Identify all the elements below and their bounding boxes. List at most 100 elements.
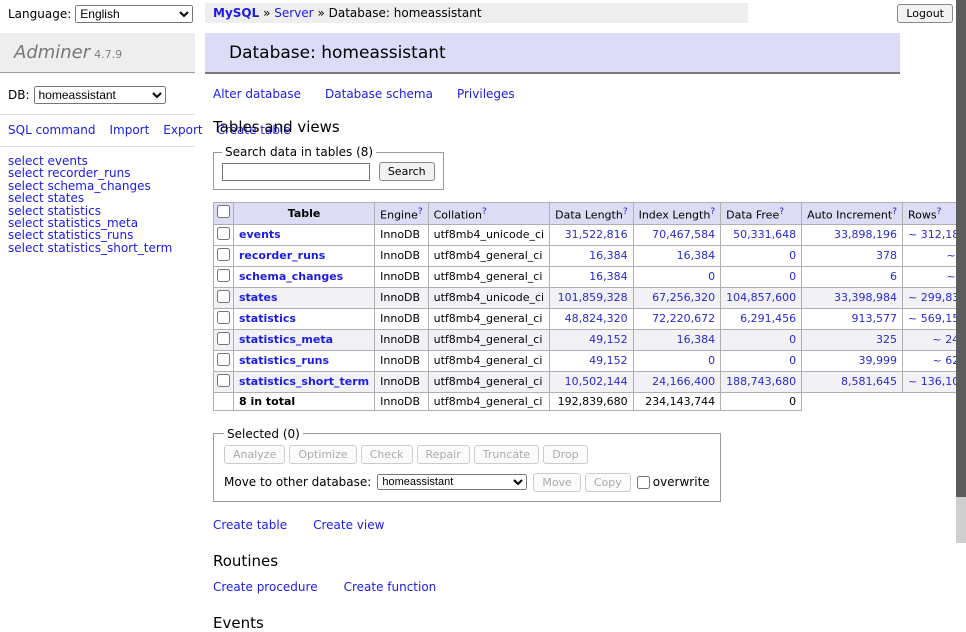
table-name-link[interactable]: recorder_runs: [239, 249, 325, 262]
table-name-link[interactable]: events: [239, 228, 281, 241]
create-link[interactable]: Create view: [313, 518, 384, 532]
data-free-cell: 104,857,600: [721, 287, 802, 308]
engine-cell: InnoDB: [375, 329, 428, 350]
table-name-link[interactable]: statistics_short_term: [239, 375, 369, 388]
breadcrumb-separator: »: [317, 6, 324, 20]
language-select[interactable]: English: [75, 5, 193, 23]
auto-increment-cell: 39,999: [802, 350, 903, 371]
database-action-link[interactable]: Database schema: [325, 87, 433, 101]
app-name: Adminer: [14, 42, 90, 63]
row-checkbox[interactable]: [217, 374, 230, 387]
routine-link[interactable]: Create function: [344, 580, 437, 594]
data-free-cell: 0: [721, 350, 802, 371]
table-body: events InnoDButf8mb4_unicode_ci 31,522,816…: [214, 224, 966, 410]
row-checkbox-cell: [214, 350, 234, 371]
overwrite-checkbox[interactable]: [637, 476, 650, 489]
search-button[interactable]: Search: [379, 162, 435, 181]
auto-increment-cell: 378: [802, 245, 903, 266]
row-checkbox[interactable]: [217, 227, 230, 240]
create-link[interactable]: Create table: [213, 518, 287, 532]
database-action-link[interactable]: Alter database: [213, 87, 301, 101]
sidebar-select-link[interactable]: select statistics_runs: [8, 229, 187, 241]
column-help-link[interactable]: ?: [623, 207, 628, 217]
column-help-link[interactable]: ?: [779, 207, 784, 217]
table-name-link[interactable]: statistics: [239, 312, 296, 325]
table-name-link[interactable]: states: [239, 291, 278, 304]
breadcrumb-mysql-link[interactable]: MySQL: [213, 6, 259, 20]
analyze-button[interactable]: Analyze: [224, 445, 285, 464]
table-name-cell: recorder_runs: [234, 245, 375, 266]
sidebar-action-link[interactable]: Import: [109, 123, 149, 137]
copy-button[interactable]: Copy: [585, 473, 631, 492]
collation-cell: utf8mb4_general_ci: [428, 329, 549, 350]
row-checkbox[interactable]: [217, 269, 230, 282]
search-input[interactable]: [222, 163, 370, 181]
column-help-link[interactable]: ?: [892, 207, 897, 217]
data-free-cell: 0: [721, 245, 802, 266]
breadcrumb-separator: »: [263, 6, 270, 20]
auto-increment-cell: 33,898,196: [802, 224, 903, 245]
routine-links: Create procedure Create function: [213, 580, 900, 594]
collation-cell: utf8mb4_unicode_ci: [428, 287, 549, 308]
truncate-button[interactable]: Truncate: [474, 445, 539, 464]
auto-increment-cell: 325: [802, 329, 903, 350]
table-name-cell: states: [234, 287, 375, 308]
db-selector-row: DB:homeassistant: [0, 73, 195, 115]
check-button[interactable]: Check: [361, 445, 413, 464]
column-help-link[interactable]: ?: [482, 207, 487, 217]
row-checkbox[interactable]: [217, 290, 230, 303]
routine-link[interactable]: Create procedure: [213, 580, 318, 594]
sidebar-select-link[interactable]: select states: [8, 192, 187, 204]
table-row: statesInnoDButf8mb4_unicode_ci101,859,32…: [214, 287, 966, 308]
row-checkbox[interactable]: [217, 353, 230, 366]
database-links: Alter database Database schema Privileges: [213, 87, 900, 101]
row-checkbox-cell: [214, 371, 234, 392]
sidebar-select-link[interactable]: select recorder_runs: [8, 167, 187, 179]
breadcrumb-current: Database: homeassistant: [329, 6, 482, 20]
collation-cell: utf8mb4_general_ci: [428, 245, 549, 266]
routines-heading: Routines: [213, 552, 900, 570]
selected-fieldset: Selected (0) AnalyzeOptimizeCheckRepairT…: [213, 427, 721, 502]
column-help-link[interactable]: ?: [710, 207, 715, 217]
sidebar-actions: SQL commandImportExportCreate table: [0, 115, 195, 147]
data-length-cell: 31,522,816: [550, 224, 633, 245]
row-checkbox[interactable]: [217, 332, 230, 345]
data-free-cell: 0: [721, 266, 802, 287]
column-help-link[interactable]: ?: [418, 207, 423, 217]
logout-button[interactable]: Logout: [897, 4, 953, 23]
row-checkbox-cell: [214, 245, 234, 266]
select-all-cell: [214, 203, 234, 225]
column-help-link[interactable]: ?: [937, 207, 942, 217]
index-length-cell: 24,166,400: [633, 371, 721, 392]
row-checkbox-cell: [214, 308, 234, 329]
engine-cell: InnoDB: [375, 245, 428, 266]
table-name-link[interactable]: statistics_runs: [239, 354, 329, 367]
row-checkbox[interactable]: [217, 311, 230, 324]
db-select[interactable]: homeassistant: [34, 86, 166, 104]
scrollbar-thumb[interactable]: [956, 0, 966, 497]
database-action-link[interactable]: Privileges: [457, 87, 515, 101]
sidebar-select-link[interactable]: select statistics_short_term: [8, 242, 187, 254]
select-all-checkbox[interactable]: [217, 205, 230, 218]
total-data-length-cell: 192,839,680: [550, 392, 633, 410]
move-db-select[interactable]: homeassistant: [377, 474, 527, 490]
sidebar-action-link[interactable]: SQL command: [8, 123, 95, 137]
move-button[interactable]: Move: [533, 473, 581, 492]
sidebar-action-link[interactable]: Export: [163, 123, 202, 137]
table-row: schema_changesInnoDButf8mb4_general_ci16…: [214, 266, 966, 287]
breadcrumb-server-link[interactable]: Server: [274, 6, 313, 20]
data-free-cell: 0: [721, 329, 802, 350]
data-length-cell: 10,502,144: [550, 371, 633, 392]
vertical-scrollbar[interactable]: [956, 0, 966, 543]
table-name-link[interactable]: statistics_meta: [239, 333, 333, 346]
drop-button[interactable]: Drop: [543, 445, 587, 464]
row-checkbox[interactable]: [217, 248, 230, 261]
search-fieldset: Search data in tables (8) Search: [213, 145, 444, 190]
column-header: Auto Increment?: [802, 203, 903, 225]
language-label: Language:: [8, 7, 71, 21]
move-row: Move to other database: homeassistant Mo…: [224, 473, 710, 492]
table-name-cell: statistics_meta: [234, 329, 375, 350]
optimize-button[interactable]: Optimize: [289, 445, 356, 464]
table-name-link[interactable]: schema_changes: [239, 270, 343, 283]
repair-button[interactable]: Repair: [417, 445, 470, 464]
